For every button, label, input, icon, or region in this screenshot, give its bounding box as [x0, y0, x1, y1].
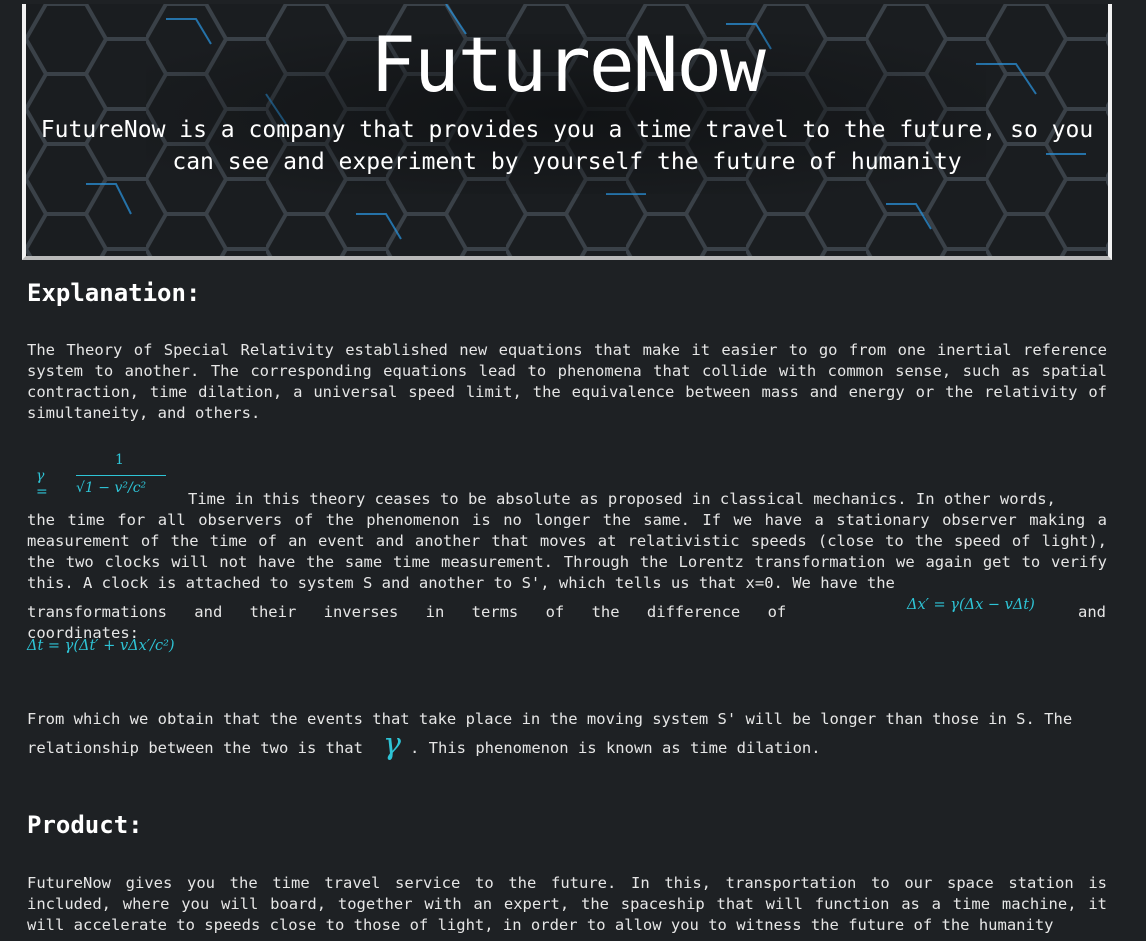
product-paragraph: FutureNow gives you the time travel serv… — [27, 874, 1107, 934]
site-title: FutureNow — [370, 20, 766, 109]
time-dilation-intro-line: Time in this theory ceases to be absolut… — [188, 490, 1056, 508]
explanation-paragraph: The Theory of Special Relativity establi… — [27, 341, 1107, 422]
site-subtitle: FutureNow is a company that provides you… — [40, 117, 1094, 175]
conclusion-line-2: relationship between the two is that — [27, 739, 363, 757]
gamma-symbol: γ — [383, 727, 401, 762]
conclusion-line-3: . This phenomenon is known as time dilat… — [410, 739, 821, 757]
gamma-formula-numerator: 1 — [115, 452, 124, 468]
fraction-bar — [76, 475, 166, 476]
lorentz-equation-t: Δt = γ(Δt′ + vΔx′/c²) — [27, 638, 175, 654]
explanation-heading: Explanation: — [27, 279, 201, 307]
gamma-formula-denominator: √1 − v²/c² — [76, 480, 147, 496]
conclusion-line-1: From which we obtain that the events tha… — [27, 710, 1073, 728]
time-dilation-paragraph: the time for all observers of the phenom… — [27, 511, 1107, 592]
product-heading: Product: — [27, 811, 143, 839]
hero-banner: FutureNow FutureNow is a company that pr… — [22, 4, 1112, 260]
gamma-formula-lhs: γ = — [36, 468, 48, 500]
lorentz-equation-x: Δx′ = γ(Δx − vΔt) — [907, 597, 1035, 613]
and-word: and — [1078, 603, 1106, 621]
